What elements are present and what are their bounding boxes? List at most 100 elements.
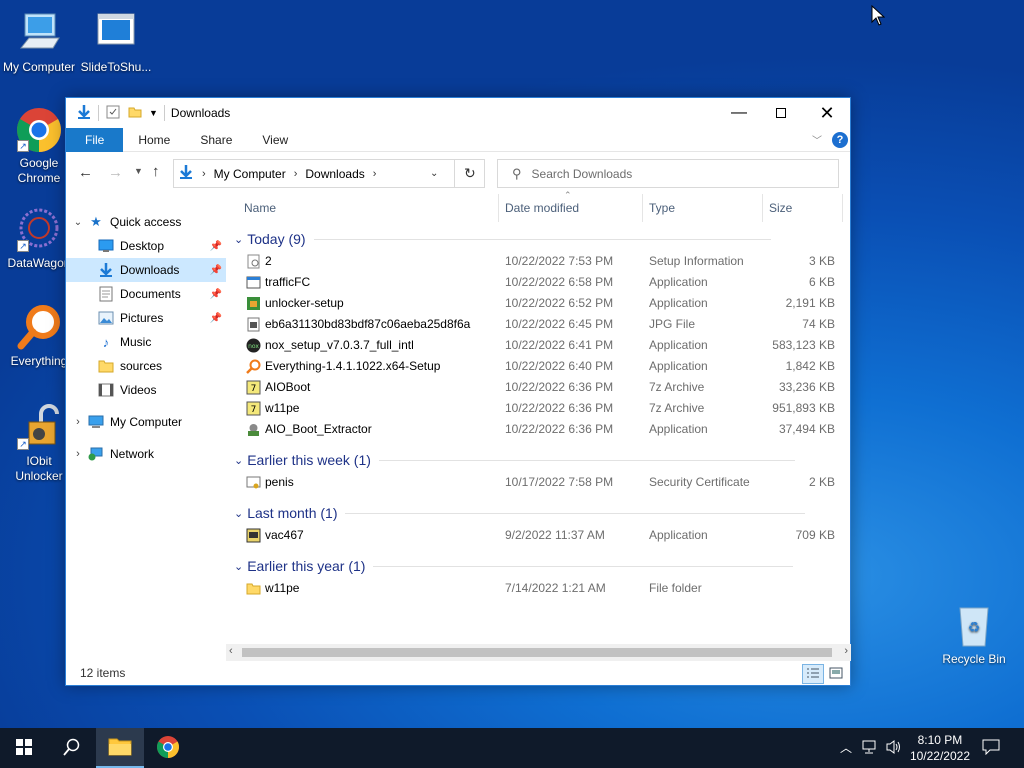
documents-icon (98, 286, 114, 302)
sidebar-item-documents[interactable]: Documents 📌 (66, 282, 226, 306)
expanded-chevron-icon[interactable]: ⌄ (234, 560, 243, 573)
shortcut-arrow-icon: ↗ (17, 438, 29, 450)
sidebar-item-network[interactable]: › Network (66, 442, 226, 466)
downloads-arrow-icon (178, 164, 194, 183)
file-row[interactable]: unlocker-setup 10/22/2022 6:52 PM Applic… (232, 293, 842, 314)
search-button[interactable] (48, 728, 96, 768)
back-button[interactable]: ← (78, 164, 93, 181)
7z-archive-icon: 7 (246, 380, 261, 395)
breadcrumb-downloads[interactable]: Downloads (305, 167, 364, 181)
taskbar-chrome[interactable] (144, 728, 192, 768)
sidebar-item-my-computer[interactable]: › My Computer (66, 410, 226, 434)
recent-locations-chevron-icon[interactable]: ▼ (134, 166, 143, 176)
details-view-button[interactable] (802, 664, 824, 684)
tab-share[interactable]: Share (185, 128, 247, 152)
search-icon (63, 738, 81, 759)
explorer-window: ▼ Downloads — ✕ File Home Share View ﹀ ?… (65, 97, 851, 686)
show-hidden-icons-chevron-icon[interactable]: ︿ (840, 739, 852, 756)
pin-icon[interactable]: 📌 (210, 241, 222, 252)
sidebar-item-desktop[interactable]: Desktop 📌 (66, 234, 226, 258)
system-clock[interactable]: 8:10 PM 10/22/2022 (910, 732, 970, 764)
maximize-button[interactable] (758, 98, 804, 128)
properties-icon[interactable] (105, 104, 121, 123)
scroll-right-icon[interactable]: › (844, 645, 848, 657)
breadcrumb-separator-icon[interactable]: › (294, 168, 298, 180)
navigation-pane: ⌄ ★ Quick access Desktop 📌 Downloads 📌 D… (66, 206, 226, 466)
expanded-chevron-icon[interactable]: ⌄ (234, 507, 243, 520)
tab-file[interactable]: File (66, 127, 124, 152)
group-header-earlier-this-week[interactable]: ⌄ Earlier this week (1) (232, 449, 795, 471)
large-icons-view-button[interactable] (826, 664, 846, 684)
expanded-chevron-icon[interactable]: ⌄ (234, 454, 243, 467)
address-history-chevron-icon[interactable]: ⌄ (430, 168, 438, 179)
network-tray-icon[interactable] (862, 740, 878, 757)
volume-icon[interactable] (886, 739, 902, 758)
breadcrumb-separator-icon[interactable]: › (202, 168, 206, 180)
file-row[interactable]: penis 10/17/2022 7:58 PM Security Certif… (232, 472, 842, 493)
tab-home[interactable]: Home (123, 128, 185, 152)
expanded-chevron-icon[interactable]: ⌄ (68, 217, 88, 228)
file-row[interactable]: 7 AIOBoot 10/22/2022 6:36 PM 7z Archive … (232, 377, 842, 398)
pin-icon[interactable]: 📌 (210, 313, 222, 324)
column-header-type[interactable]: Type (649, 194, 761, 222)
file-row[interactable]: w11pe 7/14/2022 1:21 AM File folder (232, 578, 842, 599)
file-row[interactable]: AIO_Boot_Extractor 10/22/2022 6:36 PM Ap… (232, 419, 842, 440)
pin-icon[interactable]: 📌 (210, 289, 222, 300)
address-bar[interactable]: › My Computer › Downloads › ⌄ ↻ (173, 159, 485, 188)
file-row[interactable]: nox nox_setup_v7.0.3.7_full_intl 10/22/2… (232, 335, 842, 356)
computer-icon (15, 10, 63, 58)
group-header-last-month[interactable]: ⌄ Last month (1) (232, 502, 806, 524)
desktop-icon-slidetoshutdown[interactable]: SlideToShu... (78, 10, 154, 75)
expand-ribbon-chevron-icon[interactable]: ﹀ (812, 132, 822, 147)
sidebar-item-quick-access[interactable]: ⌄ ★ Quick access (66, 210, 226, 234)
notification-center-icon[interactable] (982, 739, 1000, 758)
refresh-icon[interactable]: ↻ (464, 165, 476, 182)
forward-button[interactable]: → (108, 164, 123, 181)
scroll-left-icon[interactable]: ‹ (229, 645, 233, 657)
group-header-earlier-this-year[interactable]: ⌄ Earlier this year (1) (232, 555, 794, 577)
start-button[interactable] (0, 728, 48, 768)
customize-quick-access-chevron-icon[interactable]: ▼ (149, 108, 158, 118)
column-header-date-modified[interactable]: Date modified (505, 194, 643, 222)
taskbar-file-explorer[interactable] (96, 728, 144, 768)
column-header-name[interactable]: Name (244, 194, 499, 222)
pictures-icon (98, 310, 114, 326)
new-folder-icon[interactable] (127, 104, 143, 123)
sidebar-item-videos[interactable]: Videos (66, 378, 226, 402)
help-icon[interactable]: ? (832, 132, 848, 148)
file-row[interactable]: trafficFC 10/22/2022 6:58 PM Application… (232, 272, 842, 293)
collapsed-chevron-icon[interactable]: › (68, 416, 88, 428)
breadcrumb-my-computer[interactable]: My Computer (214, 167, 286, 181)
pin-icon[interactable]: 📌 (210, 265, 222, 276)
expanded-chevron-icon[interactable]: ⌄ (234, 233, 243, 246)
windows-logo-icon (16, 738, 32, 758)
horizontal-scrollbar[interactable]: ‹ › (226, 644, 851, 661)
file-row[interactable]: 7 w11pe 10/22/2022 6:36 PM 7z Archive 95… (232, 398, 842, 419)
mouse-cursor-icon (871, 4, 886, 30)
minimize-button[interactable]: — (716, 98, 762, 128)
extractor-app-icon (246, 422, 261, 437)
group-header-today[interactable]: ⌄ Today (9) (232, 228, 771, 250)
scrollbar-thumb[interactable] (242, 648, 832, 657)
sidebar-item-pictures[interactable]: Pictures 📌 (66, 306, 226, 330)
file-row[interactable]: eb6a31130bd83bdf87c06aeba25d8f6a 10/22/2… (232, 314, 842, 335)
sidebar-item-sources[interactable]: sources (66, 354, 226, 378)
downloads-arrow-icon (98, 262, 114, 278)
file-row[interactable]: vac467 9/2/2022 11:37 AM Application 709… (232, 525, 842, 546)
collapsed-chevron-icon[interactable]: › (68, 448, 88, 460)
tab-view[interactable]: View (247, 128, 303, 152)
up-button[interactable]: ↑ (152, 163, 160, 180)
breadcrumb-separator-icon[interactable]: › (373, 168, 377, 180)
clock-date: 10/22/2022 (909, 749, 970, 763)
file-row[interactable]: Everything-1.4.1.1022.x64-Setup 10/22/20… (232, 356, 842, 377)
desktop-icon-my-computer[interactable]: My Computer (1, 10, 77, 75)
svg-text:7: 7 (251, 384, 257, 394)
close-button[interactable]: ✕ (804, 98, 850, 128)
star-icon: ★ (90, 214, 102, 229)
sidebar-item-downloads[interactable]: Downloads 📌 (66, 258, 226, 282)
desktop-icon-recycle-bin[interactable]: ♻ Recycle Bin (936, 602, 1012, 667)
column-header-size[interactable]: Size (769, 194, 841, 222)
search-input[interactable]: ⚲ Search Downloads (497, 159, 839, 188)
sidebar-item-music[interactable]: ♪ Music (66, 330, 226, 354)
file-row[interactable]: 2 10/22/2022 7:53 PM Setup Information 3… (232, 251, 842, 272)
